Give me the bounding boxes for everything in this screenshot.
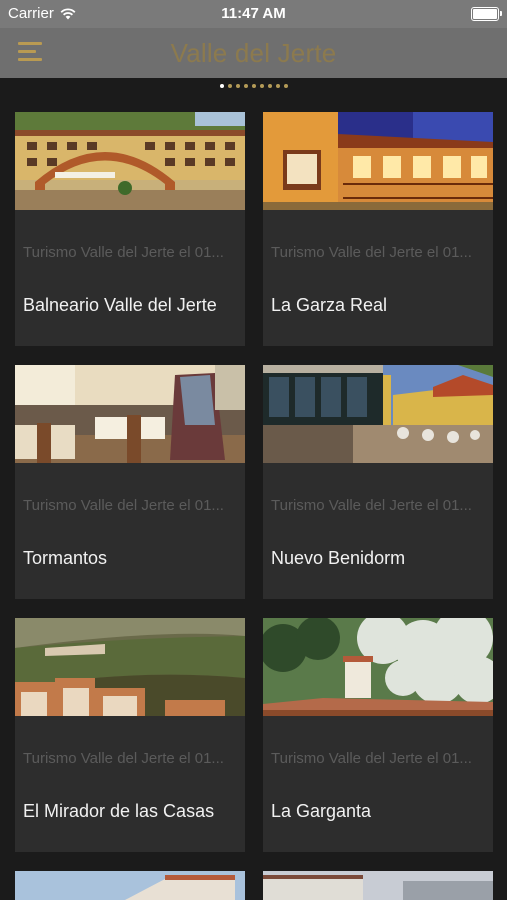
card-subtitle: Turismo Valle del Jerte el 01... (23, 497, 224, 514)
card-photo (263, 365, 493, 463)
card-photo (15, 112, 245, 210)
card-photo (263, 112, 493, 210)
card-photo (263, 871, 493, 900)
card-partial-left[interactable] (15, 871, 245, 900)
card-title: Nuevo Benidorm (271, 548, 406, 568)
card-el-mirador-de-las-casas[interactable]: Turismo Valle del Jerte el 01... El Mira… (15, 618, 245, 852)
card-photo (263, 618, 493, 716)
card-title: Balneario Valle del Jerte (23, 295, 217, 315)
card-title: Tormantos (23, 548, 108, 568)
card-la-garza-real[interactable]: Turismo Valle del Jerte el 01... La Garz… (263, 112, 493, 346)
card-tormantos[interactable]: Turismo Valle del Jerte el 01... Tormant… (15, 365, 245, 599)
card-photo (15, 871, 245, 900)
card-subtitle: Turismo Valle del Jerte el 01... (23, 244, 224, 261)
card-title: El Mirador de las Casas (23, 801, 215, 821)
card-photo (15, 365, 245, 463)
card-la-garganta[interactable]: Turismo Valle del Jerte el 01... La Garg… (263, 618, 493, 852)
card-subtitle: Turismo Valle del Jerte el 01... (271, 750, 472, 767)
card-nuevo-benidorm[interactable]: Turismo Valle del Jerte el 01... Nuevo B… (263, 365, 493, 599)
card-partial-right[interactable] (263, 871, 493, 900)
card-subtitle: Turismo Valle del Jerte el 01... (271, 497, 472, 514)
card-photo (15, 618, 245, 716)
places-grid: Turismo Valle del Jerte el 01... Balnear… (0, 0, 507, 900)
card-title: La Garganta (271, 801, 372, 821)
card-title: La Garza Real (271, 295, 388, 315)
card-subtitle: Turismo Valle del Jerte el 01... (23, 750, 224, 767)
card-subtitle: Turismo Valle del Jerte el 01... (271, 244, 472, 261)
card-balneario-valle-del-jerte[interactable]: Turismo Valle del Jerte el 01... Balnear… (15, 112, 245, 346)
